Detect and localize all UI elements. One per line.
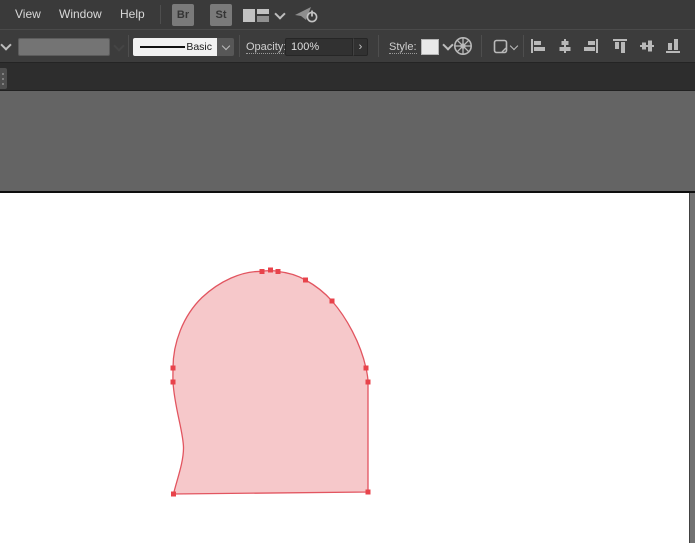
menu-view[interactable]: View bbox=[15, 0, 41, 29]
align-top-icon bbox=[613, 39, 627, 53]
anchor-point[interactable] bbox=[268, 267, 273, 273]
align-right-button[interactable] bbox=[581, 37, 601, 55]
align-left-icon bbox=[531, 39, 545, 53]
anchor-point[interactable] bbox=[363, 365, 369, 371]
menu-bar: View Window Help Br St bbox=[0, 0, 695, 30]
align-left-button[interactable] bbox=[528, 37, 548, 55]
anchor-point[interactable] bbox=[303, 277, 308, 283]
menu-window[interactable]: Window bbox=[59, 0, 102, 29]
selected-shape[interactable] bbox=[150, 250, 390, 510]
anchor-point[interactable] bbox=[170, 379, 176, 385]
opacity-label[interactable]: Opacity: bbox=[246, 38, 287, 56]
cropped-chevron-down-icon[interactable] bbox=[0, 39, 12, 51]
align-to-button[interactable] bbox=[490, 37, 520, 57]
opacity-flyout-button[interactable]: › bbox=[353, 38, 368, 56]
anchor-point[interactable] bbox=[259, 269, 265, 274]
workspace-pane-left bbox=[243, 9, 255, 22]
align-to-artboard-icon bbox=[493, 39, 508, 54]
brush-name-label: Basic bbox=[186, 41, 212, 53]
brush-dropdown-button[interactable] bbox=[217, 38, 234, 56]
control-separator-5 bbox=[523, 35, 524, 57]
brush-stroke-preview bbox=[140, 46, 185, 48]
control-separator-2 bbox=[239, 35, 240, 57]
menu-help[interactable]: Help bbox=[120, 0, 145, 29]
illustrator-window: View Window Help Br St Basic Opacity: 10… bbox=[0, 0, 695, 543]
bridge-button[interactable]: Br bbox=[172, 4, 194, 26]
opacity-input[interactable]: 100% bbox=[285, 38, 353, 56]
brush-chevron-down-icon bbox=[221, 41, 230, 50]
workspace-pane-topright bbox=[257, 9, 269, 14]
width-profile-dropdown[interactable] bbox=[18, 38, 110, 56]
control-bar: Basic Opacity: 100% › Style: bbox=[0, 29, 695, 63]
anchor-point[interactable] bbox=[171, 491, 176, 497]
align-to-chevron-down-icon bbox=[509, 41, 519, 51]
control-separator-1 bbox=[128, 35, 129, 57]
width-profile-chevron-down-icon[interactable] bbox=[113, 40, 125, 52]
align-top-button[interactable] bbox=[610, 37, 630, 55]
align-bottom-button[interactable] bbox=[663, 37, 683, 55]
workspace-chevron-down-icon[interactable] bbox=[274, 8, 286, 20]
workspace-switcher-icon[interactable] bbox=[243, 9, 269, 22]
pasteboard bbox=[0, 91, 695, 191]
align-h-center-icon bbox=[559, 39, 571, 53]
stock-button[interactable]: St bbox=[210, 4, 232, 26]
graphic-style-swatch[interactable] bbox=[421, 39, 439, 55]
selected-path[interactable] bbox=[172, 269, 369, 495]
panel-grip-icon[interactable] bbox=[0, 68, 7, 89]
anchor-point[interactable] bbox=[365, 489, 371, 495]
opacity-label-text: Opacity: bbox=[246, 41, 287, 54]
anchor-point[interactable] bbox=[329, 298, 335, 304]
control-separator-4 bbox=[481, 35, 482, 57]
align-h-center-button[interactable] bbox=[555, 37, 575, 55]
window-right-gutter bbox=[689, 193, 695, 543]
align-v-center-button[interactable] bbox=[637, 37, 657, 55]
anchor-point[interactable] bbox=[365, 379, 371, 385]
style-label[interactable]: Style: bbox=[389, 38, 417, 56]
workspace-pane-bottomright bbox=[257, 16, 269, 22]
align-bottom-icon bbox=[666, 39, 680, 53]
recolor-artwork-wheel-icon[interactable] bbox=[452, 35, 474, 57]
control-separator-3 bbox=[378, 35, 379, 57]
anchor-point[interactable] bbox=[275, 269, 281, 274]
anchor-point[interactable] bbox=[170, 365, 176, 371]
brush-definition-dropdown[interactable]: Basic bbox=[133, 38, 217, 56]
align-right-icon bbox=[584, 39, 598, 53]
menu-separator bbox=[160, 5, 161, 24]
align-v-center-icon bbox=[640, 40, 654, 52]
style-label-text: Style: bbox=[389, 41, 417, 54]
share-power-icon[interactable] bbox=[294, 4, 320, 26]
document-tab-bar bbox=[0, 62, 695, 91]
